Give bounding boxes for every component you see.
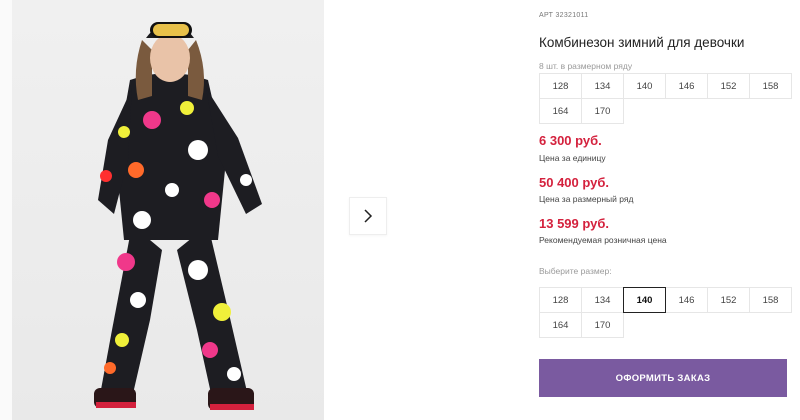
retail-price-label: Рекомендуемая розничная цена: [539, 235, 667, 245]
size-option[interactable]: 158: [749, 287, 792, 313]
row-price-label: Цена за размерный ряд: [539, 194, 634, 204]
size-option[interactable]: 134: [581, 287, 624, 313]
size-option-selected[interactable]: 140: [623, 287, 666, 313]
size-row-cell: 170: [581, 98, 624, 124]
size-selector: 128 134 140 146 152 158 164 170: [539, 287, 792, 338]
row-price: 50 400 руб.: [539, 175, 610, 190]
size-select-label: Выберите размер:: [539, 266, 612, 276]
size-row-table: 128 134 140 146 152 158 164 170: [539, 73, 792, 124]
size-option[interactable]: 170: [581, 312, 624, 338]
size-row-cell: 158: [749, 73, 792, 99]
article-value: 32321011: [555, 12, 589, 19]
size-option[interactable]: 146: [665, 287, 708, 313]
size-row-cell: 134: [581, 73, 624, 99]
product-photo-illustration: [94, 22, 262, 410]
product-info-panel: АРТ 32321011 Комбинезон зимний для девоч…: [539, 0, 800, 420]
size-row-cell: 152: [707, 73, 750, 99]
next-image-button[interactable]: [349, 197, 387, 235]
article-number: АРТ 32321011: [539, 12, 588, 19]
gallery-edge: [0, 0, 12, 420]
size-row-cell: 164: [539, 98, 582, 124]
product-title: Комбинезон зимний для девочки: [539, 35, 745, 50]
retail-price: 13 599 руб.: [539, 216, 610, 231]
size-row-cell: 140: [623, 73, 666, 99]
place-order-button[interactable]: ОФОРМИТЬ ЗАКАЗ: [539, 359, 787, 397]
size-option[interactable]: 164: [539, 312, 582, 338]
chevron-right-icon: [364, 209, 373, 223]
gallery-divider: [324, 0, 325, 420]
unit-price-label: Цена за единицу: [539, 153, 606, 163]
product-photo: [12, 0, 324, 420]
product-gallery: [0, 0, 325, 420]
article-prefix: АРТ: [539, 12, 554, 19]
row-note: 8 шт. в размерном ряду: [539, 61, 633, 71]
size-option[interactable]: 152: [707, 287, 750, 313]
size-row-cell: 146: [665, 73, 708, 99]
size-option[interactable]: 128: [539, 287, 582, 313]
size-row-cell: 128: [539, 73, 582, 99]
unit-price: 6 300 руб.: [539, 133, 602, 148]
